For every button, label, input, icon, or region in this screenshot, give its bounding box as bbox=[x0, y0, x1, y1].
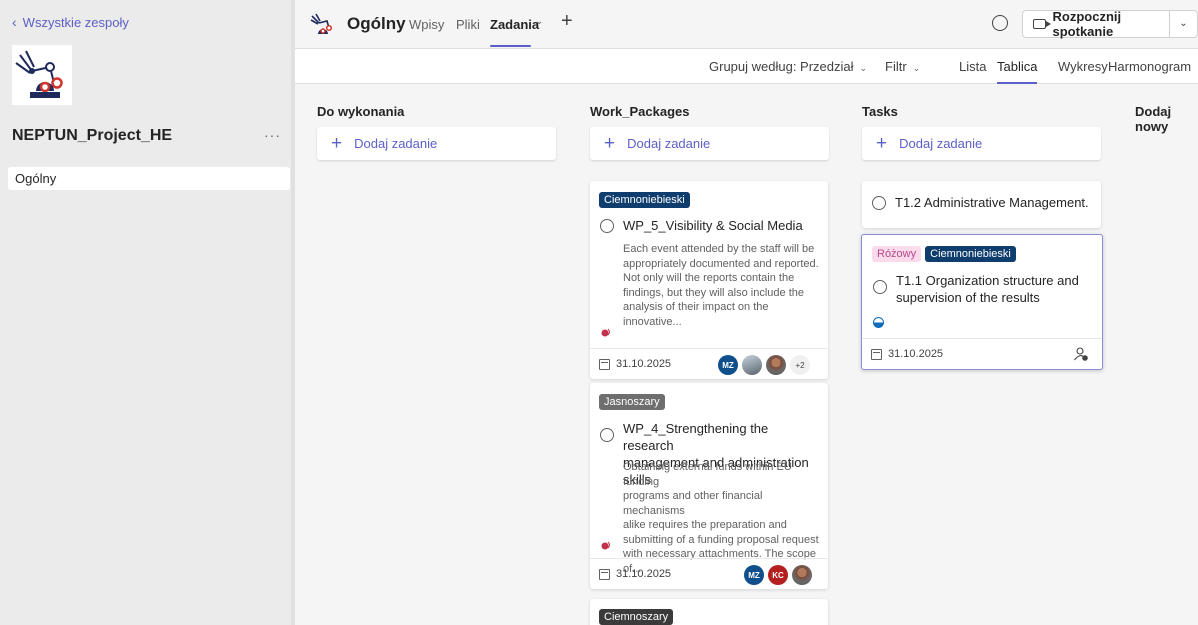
task-title: WP_5_Visibility & Social Media bbox=[623, 218, 803, 233]
avatar[interactable]: MZ bbox=[744, 565, 764, 585]
card-footer: 31.10.2025 bbox=[862, 338, 1102, 369]
more-icon[interactable]: ··· bbox=[264, 127, 281, 143]
avatar[interactable] bbox=[742, 355, 762, 375]
calendar-icon bbox=[599, 358, 610, 370]
circle-checkbox-icon[interactable] bbox=[600, 428, 614, 442]
tab-zadania[interactable]: Zadania bbox=[490, 17, 539, 32]
view-lista[interactable]: Lista bbox=[959, 59, 986, 74]
progress-icon bbox=[873, 317, 884, 328]
add-task-label: Dodaj zadanie bbox=[627, 136, 711, 151]
meeting-options-dropdown[interactable]: ⌄ bbox=[1169, 10, 1198, 38]
start-meeting-button[interactable]: Rozpocznij spotkanie bbox=[1022, 9, 1170, 39]
avatar[interactable]: KC bbox=[768, 565, 788, 585]
task-label: Różowy bbox=[872, 246, 922, 262]
attachment-icon bbox=[601, 328, 610, 337]
add-task-label: Dodaj zadanie bbox=[899, 136, 983, 151]
task-label: Jasnoszary bbox=[599, 394, 665, 410]
circle-checkbox-icon[interactable] bbox=[600, 219, 614, 233]
due-date: 31.10.2025 bbox=[871, 348, 943, 360]
add-task-button[interactable]: + Dodaj zadanie bbox=[862, 127, 1101, 160]
chevron-down-icon: ⌄ bbox=[859, 63, 868, 73]
task-label: Ciemnoniebieski bbox=[599, 192, 690, 208]
video-camera-icon bbox=[1033, 19, 1050, 29]
calendar-icon bbox=[599, 568, 610, 580]
task-description: Each event attended by the staff will be… bbox=[623, 243, 819, 328]
task-card[interactable]: T1.2 Administrative Management. bbox=[862, 181, 1101, 228]
assign-icon[interactable] bbox=[1073, 346, 1089, 362]
team-sidebar: ‹ Wszystkie zespoły NEPTUN_Project_HE ··… bbox=[0, 0, 291, 625]
plus-icon: + bbox=[331, 133, 343, 154]
circle-checkbox-icon[interactable] bbox=[873, 280, 887, 294]
chevron-left-icon: ‹ bbox=[12, 14, 17, 30]
task-card[interactable]: Ciemnoniebieski WP_5_Visibility & Social… bbox=[590, 181, 828, 379]
task-title: T1.1 Organization structure and supervis… bbox=[896, 273, 1079, 305]
task-card[interactable]: Ciemnoszary bbox=[590, 599, 828, 625]
task-label: Ciemnoniebieski bbox=[925, 246, 1016, 262]
chevron-down-icon: ⌄ bbox=[912, 63, 921, 73]
more-assignees-badge[interactable]: +2 bbox=[790, 355, 810, 375]
bucket-title[interactable]: Do wykonania bbox=[317, 104, 404, 119]
assignees[interactable]: MZ +2 bbox=[718, 355, 810, 375]
filter-label: Filtr bbox=[885, 59, 907, 74]
add-task-label: Dodaj zadanie bbox=[354, 136, 438, 151]
tab-wpisy[interactable]: Wpisy bbox=[409, 17, 444, 32]
task-card[interactable]: Jasnoszary WP_4_Strengthening the resear… bbox=[590, 383, 828, 589]
all-teams-label: Wszystkie zespoły bbox=[22, 14, 129, 30]
task-label: Ciemnoszary bbox=[599, 609, 674, 625]
add-tab-icon[interactable]: + bbox=[561, 10, 573, 33]
team-name: NEPTUN_Project_HE bbox=[12, 127, 173, 144]
assignees[interactable]: MZ KC bbox=[744, 565, 812, 585]
add-bucket-link[interactable]: Dodaj nowy bbox=[1135, 104, 1198, 134]
plus-icon: + bbox=[876, 133, 888, 154]
bucket-title[interactable]: Work_Packages bbox=[590, 104, 690, 119]
start-meeting-label: Rozpocznij spotkanie bbox=[1052, 9, 1122, 39]
active-tab-indicator bbox=[490, 45, 531, 47]
avatar[interactable]: MZ bbox=[718, 355, 738, 375]
view-wykresy[interactable]: Wykresy bbox=[1058, 59, 1108, 74]
add-task-button[interactable]: + Dodaj zadanie bbox=[317, 127, 556, 160]
filter-dropdown[interactable]: Filtr ⌄ bbox=[885, 59, 920, 74]
chevron-down-icon[interactable]: ⌄ bbox=[535, 16, 543, 27]
card-footer: 31.10.2025 MZ KC bbox=[590, 558, 828, 589]
task-card[interactable]: Różowy Ciemnoniebieski T1.1 Organization… bbox=[861, 234, 1103, 370]
planner-toolbar: Grupuj według: Przedział ⌄ Filtr ⌄ Lista T… bbox=[295, 48, 1198, 84]
chat-icon[interactable] bbox=[992, 15, 1008, 31]
tab-pliki[interactable]: Pliki bbox=[456, 17, 480, 32]
channel-item-ogolny[interactable]: Ogólny bbox=[8, 167, 290, 190]
due-date: 31.10.2025 bbox=[599, 358, 671, 370]
due-date: 31.10.2025 bbox=[599, 568, 671, 580]
add-task-button[interactable]: + Dodaj zadanie bbox=[590, 127, 829, 160]
attachment-icon bbox=[601, 541, 610, 550]
task-board: Do wykonania + Dodaj zadanie Work_Packag… bbox=[295, 84, 1198, 625]
channel-title: Ogólny bbox=[347, 14, 406, 33]
team-logo bbox=[12, 45, 72, 105]
avatar[interactable] bbox=[766, 355, 786, 375]
task-title: T1.2 Administrative Management. bbox=[895, 195, 1089, 210]
view-harmonogram[interactable]: Harmonogram bbox=[1108, 59, 1191, 74]
card-footer: 31.10.2025 MZ +2 bbox=[590, 348, 828, 379]
circle-checkbox-icon[interactable] bbox=[872, 196, 886, 210]
group-by-label: Grupuj według: Przedział bbox=[709, 59, 854, 74]
calendar-icon bbox=[871, 348, 882, 360]
plus-icon: + bbox=[604, 133, 616, 154]
channel-icon bbox=[310, 13, 333, 34]
group-by-dropdown[interactable]: Grupuj według: Przedział ⌄ bbox=[709, 59, 867, 74]
avatar[interactable] bbox=[792, 565, 812, 585]
view-tablica[interactable]: Tablica bbox=[997, 59, 1037, 74]
all-teams-link[interactable]: ‹ Wszystkie zespoły bbox=[12, 14, 129, 30]
bucket-title[interactable]: Tasks bbox=[862, 104, 898, 119]
channel-header: Ogólny Wpisy Pliki Zadania ⌄ + Rozpoczni… bbox=[295, 0, 1198, 48]
